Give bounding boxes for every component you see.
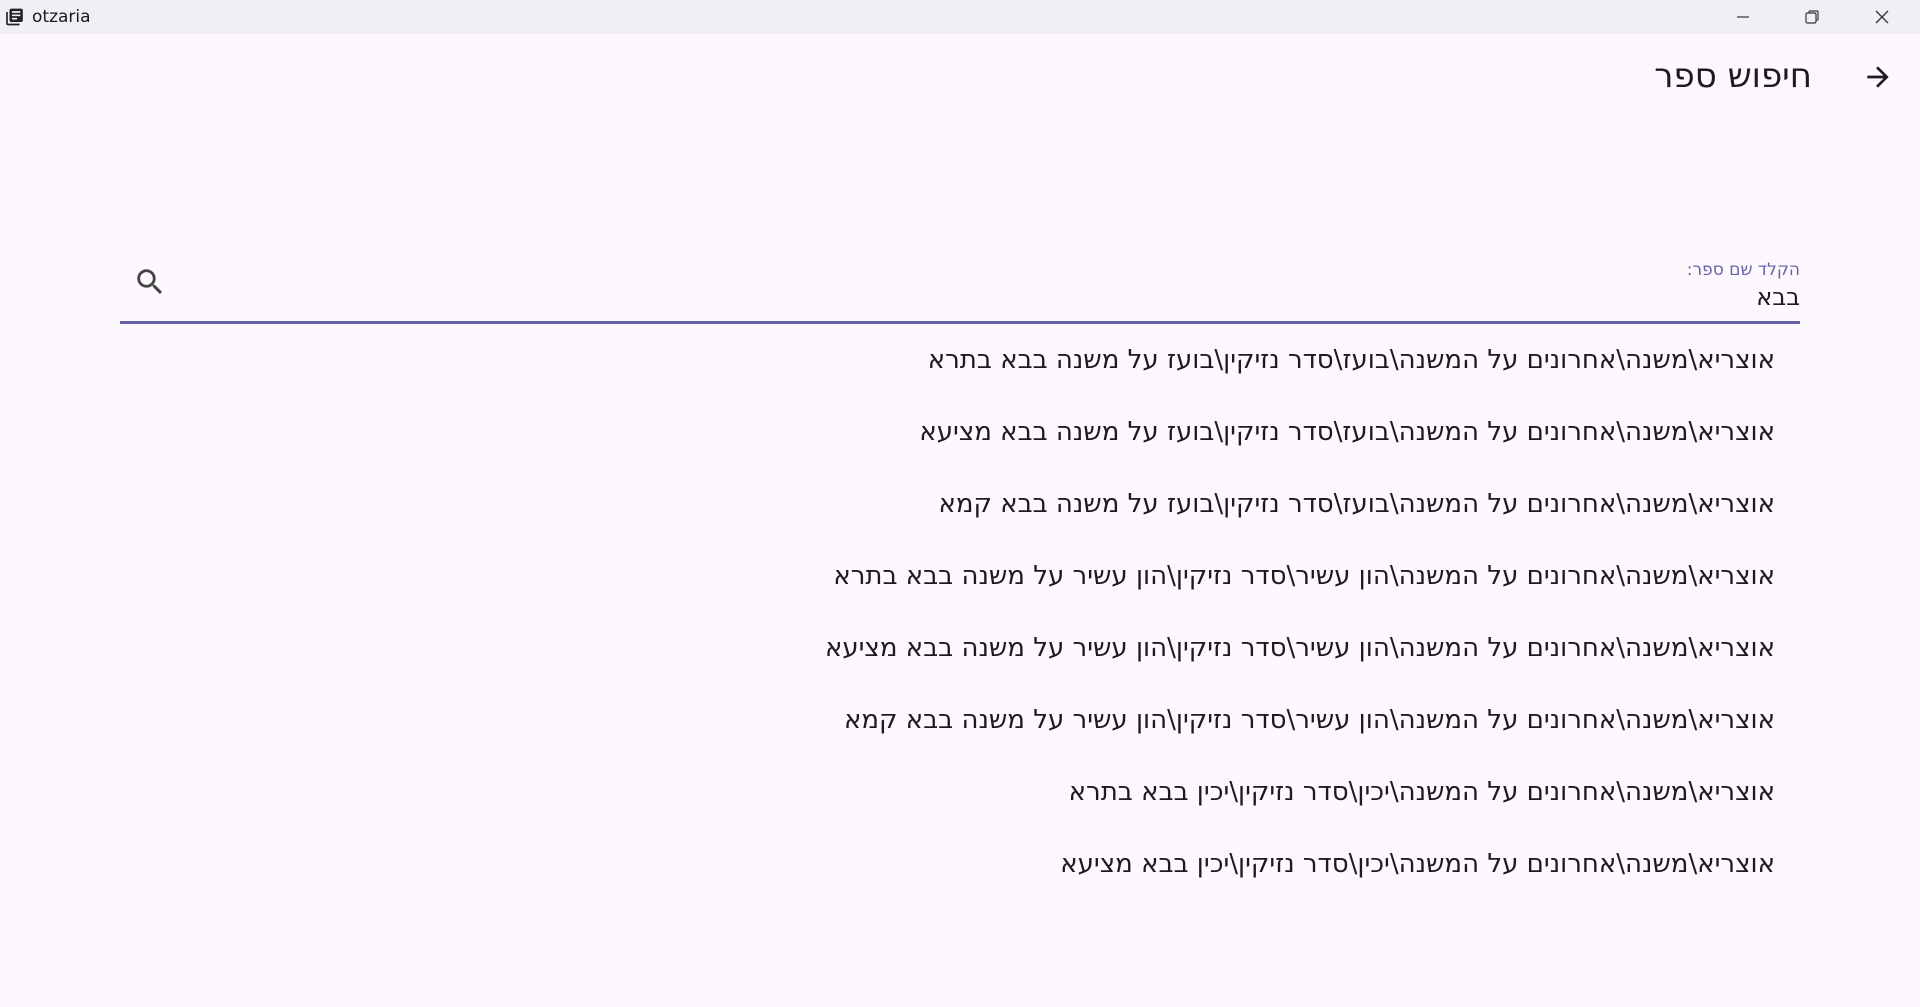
close-button[interactable]: [1853, 0, 1911, 34]
search-results-list: אוצריא\משנה\אחרונים על המשנה\בועז\סדר נז…: [120, 324, 1800, 900]
search-label: הקלד שם ספר:: [1686, 260, 1800, 280]
library-books-icon: [6, 8, 23, 26]
result-item[interactable]: אוצריא\משנה\אחרונים על המשנה\בועז\סדר נז…: [120, 468, 1800, 540]
result-item[interactable]: אוצריא\משנה\אחרונים על המשנה\יכין\סדר נז…: [120, 756, 1800, 828]
search-icon[interactable]: [133, 265, 167, 299]
restore-button[interactable]: [1783, 0, 1841, 34]
page-title: חיפוש ספר: [1654, 56, 1812, 96]
close-icon: [1875, 10, 1889, 24]
book-search-field[interactable]: הקלד שם ספר:: [120, 250, 1800, 324]
minimize-button[interactable]: [1714, 0, 1772, 34]
result-item[interactable]: אוצריא\משנה\אחרונים על המשנה\בועז\סדר נז…: [120, 396, 1800, 468]
minimize-icon: [1737, 16, 1749, 18]
window-title: otzaria: [32, 7, 91, 27]
back-button[interactable]: [1857, 56, 1899, 98]
result-item[interactable]: אוצריא\משנה\אחרונים על המשנה\הון עשיר\סד…: [120, 540, 1800, 612]
arrow-right-icon: [1867, 66, 1889, 88]
window-titlebar: otzaria: [0, 0, 1920, 34]
result-item[interactable]: אוצריא\משנה\אחרונים על המשנה\יכין\סדר נז…: [120, 828, 1800, 900]
result-item[interactable]: אוצריא\משנה\אחרונים על המשנה\הון עשיר\סד…: [120, 612, 1800, 684]
result-item[interactable]: אוצריא\משנה\אחרונים על המשנה\הון עשיר\סד…: [120, 684, 1800, 756]
restore-icon: [1805, 10, 1819, 24]
search-input[interactable]: [220, 282, 1800, 312]
result-item[interactable]: אוצריא\משנה\אחרונים על המשנה\בועז\סדר נז…: [120, 324, 1800, 396]
